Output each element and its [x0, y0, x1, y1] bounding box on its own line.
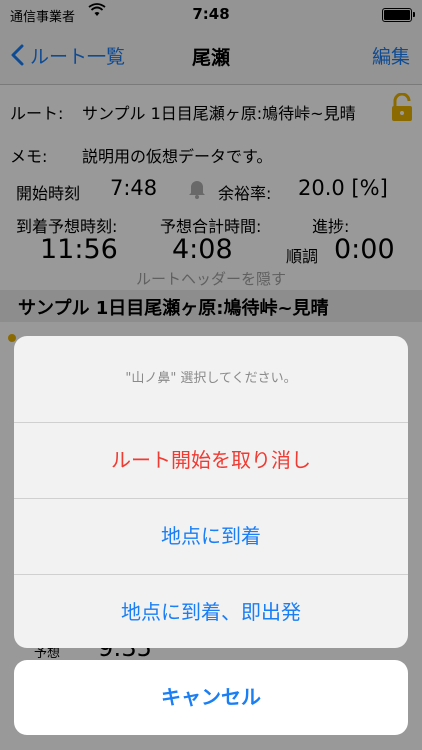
cancel-button[interactable]: キャンセル: [14, 660, 408, 735]
arrive-and-depart-button[interactable]: 地点に到着、即出発: [14, 575, 408, 648]
arrive-at-point-button[interactable]: 地点に到着: [14, 499, 408, 575]
action-sheet: "山ノ鼻" 選択してください。 ルート開始を取り消し 地点に到着 地点に到着、即…: [14, 336, 408, 648]
action-sheet-message: "山ノ鼻" 選択してください。: [14, 336, 408, 423]
cancel-route-start-button[interactable]: ルート開始を取り消し: [14, 423, 408, 499]
